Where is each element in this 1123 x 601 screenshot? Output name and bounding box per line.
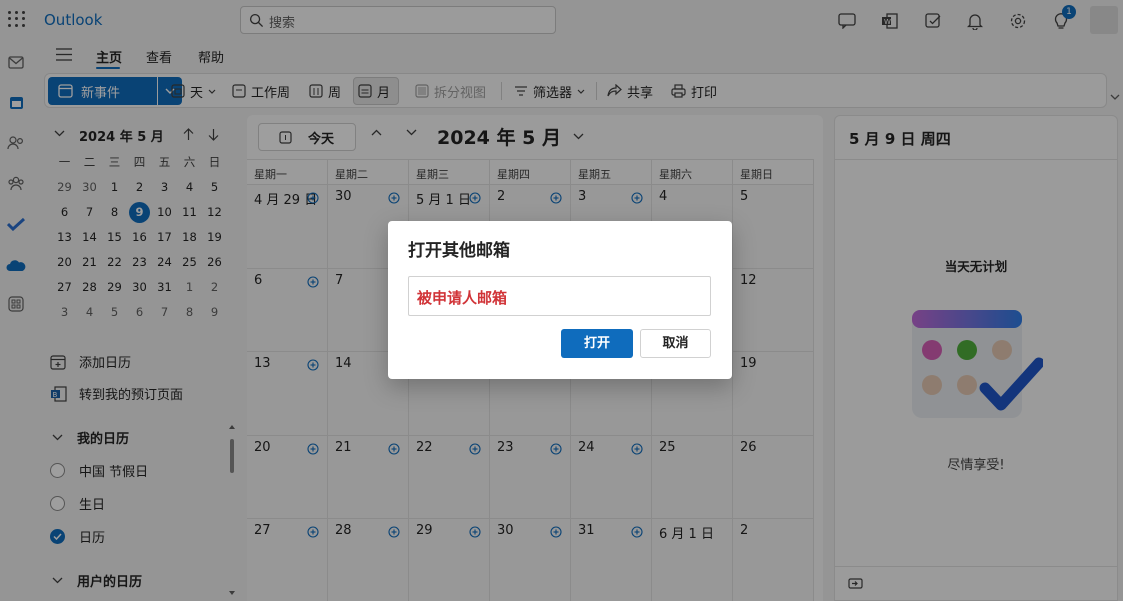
mailbox-input[interactable]: 被申请人邮箱 [408,276,711,316]
mailbox-input-value: 被申请人邮箱 [417,289,508,307]
cancel-button[interactable]: 取消 [640,329,711,358]
open-button[interactable]: 打开 [561,329,633,358]
dialog-title: 打开其他邮箱 [408,241,510,261]
open-mailbox-dialog: 打开其他邮箱 被申请人邮箱 打开 取消 [388,221,732,379]
